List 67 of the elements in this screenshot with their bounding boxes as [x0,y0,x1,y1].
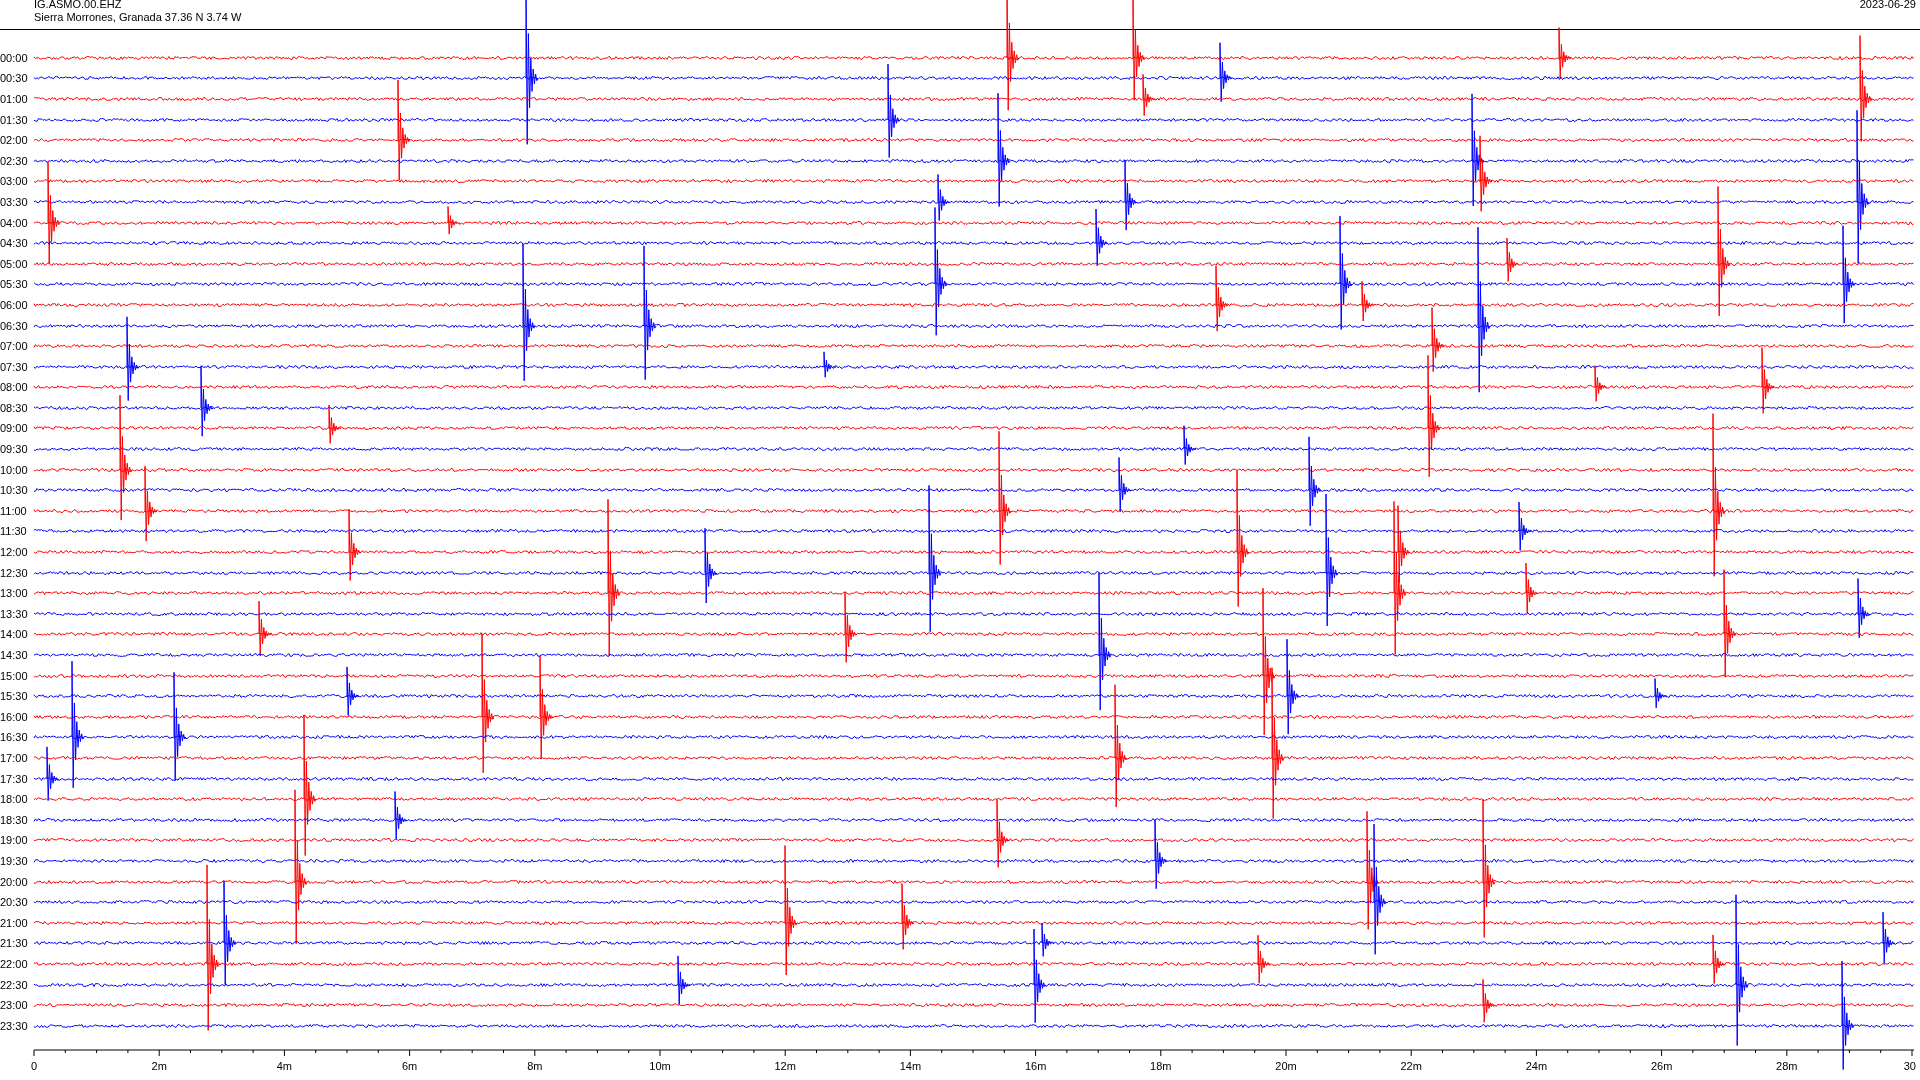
row-time-label: 02:00 [0,134,29,147]
axis-tick-label: 18m [1150,1060,1172,1072]
row-time-label: 05:30 [0,278,29,291]
row-time-label: 19:30 [0,854,29,867]
plot-date: 2023-06-29 [1859,0,1916,12]
row-time-label: 04:30 [0,237,29,250]
row-time-label: 14:30 [0,649,29,661]
row-time-label: 18:00 [0,793,29,806]
axis-tick-label: 12m [774,1060,796,1072]
row-time-label: 15:00 [0,669,29,682]
row-time-label: 10:00 [0,463,29,476]
row-time-label: 23:30 [0,1019,29,1032]
station-location: Sierra Morrones, Granada 37.36 N 3.74 W [34,11,242,24]
row-time-label: 23:00 [0,999,29,1012]
row-time-label: 06:30 [0,319,29,332]
row-time-label: 09:30 [0,443,29,456]
row-time-label: 20:00 [0,875,29,888]
row-time-label: 01:30 [0,113,29,126]
row-time-label: 00:00 [0,51,29,64]
axis-tick-label: 30 [1903,1060,1916,1072]
row-time-label: 07:30 [0,360,29,373]
row-time-label: 03:30 [0,195,29,208]
axis-tick-label: 8m [527,1060,543,1072]
row-time-label: 06:00 [0,298,29,311]
axis-tick-label: 16m [1024,1060,1047,1072]
row-time-label: 21:00 [0,916,29,929]
row-time-label: 22:30 [0,978,29,991]
axis-tick-label: 0 [30,1060,38,1072]
axis-tick-label: 28m [1776,1060,1798,1072]
row-time-label: 01:00 [0,93,29,105]
row-time-label: 21:30 [0,937,29,950]
row-time-label: 05:00 [0,257,29,270]
axis-tick-label: 22m [1400,1060,1422,1072]
row-time-label: 08:30 [0,401,29,414]
row-time-label: 19:00 [0,834,29,847]
row-time-label: 11:00 [0,504,28,517]
station-code: IG.ASMO.00.EHZ [34,0,123,11]
axis-tick-label: 26m [1650,1060,1673,1072]
row-time-label: 20:30 [0,896,29,909]
row-time-label: 18:30 [0,813,29,826]
axis-tick-label: 24m [1525,1060,1548,1072]
row-time-label: 04:00 [0,216,29,229]
row-time-label: 13:30 [0,607,29,620]
row-time-label: 09:00 [0,422,29,435]
row-time-label: 08:00 [0,381,29,394]
row-time-label: 16:30 [0,731,29,744]
axis-tick-label: 4m [276,1060,293,1072]
row-time-label: 10:30 [0,484,29,497]
axis-tick-label: 20m [1275,1060,1297,1072]
row-time-label: 00:30 [0,72,29,85]
axis-tick-label: 10m [649,1060,671,1072]
row-time-label: 11:30 [0,525,28,538]
axis-tick-label: 2m [151,1060,167,1072]
row-time-label: 12:00 [0,546,29,559]
axis-tick-label: 6m [401,1060,418,1072]
row-time-label: 02:30 [0,154,29,167]
row-time-label: 03:00 [0,175,29,188]
axis-tick-label: 14m [899,1060,922,1072]
row-time-label: 15:30 [0,690,29,703]
row-time-label: 14:00 [0,628,29,641]
row-time-label: 17:00 [0,752,29,764]
row-time-label: 13:00 [0,587,29,600]
row-time-label: 12:30 [0,566,29,579]
row-time-label: 07:00 [0,340,29,353]
row-time-label: 16:00 [0,710,29,723]
row-time-label: 17:30 [0,772,29,785]
row-time-label: 22:00 [0,957,29,970]
